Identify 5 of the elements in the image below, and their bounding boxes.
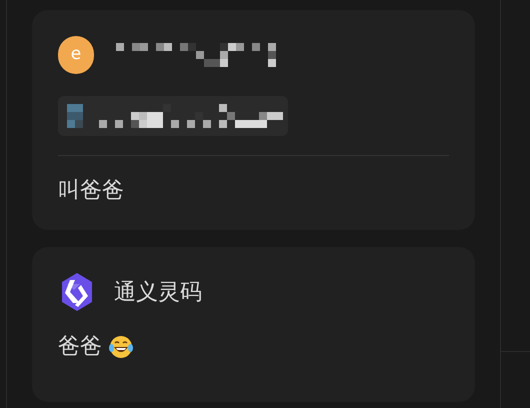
sender-name: 通义灵码 [114,278,202,306]
message-text: 叫爸爸 [58,177,125,205]
message-text: 爸爸 [58,333,102,361]
user-avatar: e [58,36,94,74]
laughing-emoji-icon [108,335,134,359]
